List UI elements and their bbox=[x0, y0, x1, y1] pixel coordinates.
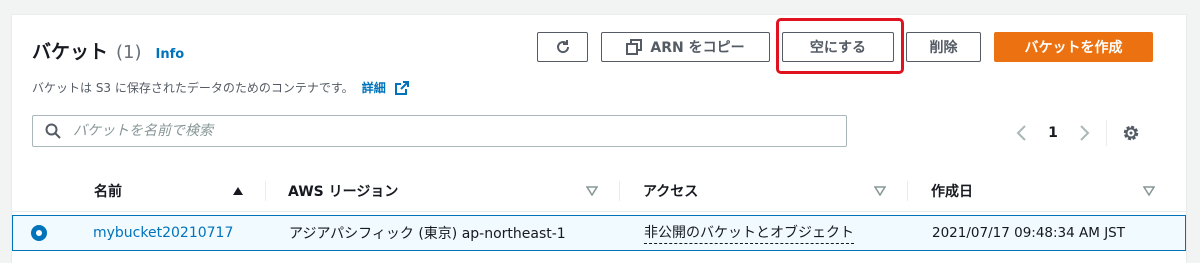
bucket-access: 非公開のバケットとオブジェクト bbox=[644, 216, 854, 250]
description-text: バケットは S3 に保存されたデータのためのコンテナです。 bbox=[32, 81, 354, 95]
bucket-name-link[interactable]: mybucket20210717 bbox=[93, 216, 233, 250]
access-text[interactable]: 非公開のバケットとオブジェクト bbox=[644, 223, 854, 244]
pagination: 1 bbox=[1012, 119, 1141, 147]
info-link[interactable]: Info bbox=[156, 47, 185, 62]
sort-asc-icon[interactable] bbox=[232, 185, 244, 197]
refresh-icon bbox=[556, 40, 569, 54]
column-header-access[interactable]: アクセス bbox=[643, 171, 698, 211]
pager-divider bbox=[1106, 120, 1107, 146]
create-bucket-label: バケットを作成 bbox=[1024, 40, 1123, 56]
delete-button[interactable]: 削除 bbox=[906, 32, 981, 62]
page-title: バケット bbox=[32, 41, 109, 63]
column-divider bbox=[265, 181, 266, 201]
column-label: アクセス bbox=[643, 184, 699, 200]
column-divider bbox=[907, 181, 908, 201]
chevron-left-icon[interactable] bbox=[1012, 123, 1032, 143]
copy-icon bbox=[626, 39, 643, 55]
column-header-name[interactable]: 名前 bbox=[94, 171, 122, 211]
bucket-region: アジアパシフィック (東京) ap-northeast-1 bbox=[289, 226, 566, 242]
delete-label: 削除 bbox=[929, 40, 958, 56]
bucket-count: (1) bbox=[116, 42, 142, 63]
sort-desc-icon[interactable] bbox=[586, 186, 598, 196]
refresh-button[interactable] bbox=[537, 32, 588, 62]
details-link[interactable]: 詳細 bbox=[362, 79, 386, 96]
table-row[interactable]: mybucket20210717 アジアパシフィック (東京) ap-north… bbox=[12, 215, 1186, 251]
search-icon bbox=[45, 123, 61, 139]
sort-desc-icon[interactable] bbox=[1143, 186, 1155, 196]
panel-description: バケットは S3 に保存されたデータのためのコンテナです。 詳細 bbox=[32, 79, 410, 96]
buckets-panel: バケット (1) Info バケットは S3 に保存されたデータのためのコンテナ… bbox=[12, 14, 1186, 263]
sort-desc-icon[interactable] bbox=[874, 186, 886, 196]
column-header-created[interactable]: 作成日 bbox=[931, 171, 973, 211]
copy-arn-label: ARN をコピー bbox=[650, 40, 745, 56]
column-label: AWS リージョン bbox=[288, 184, 399, 200]
column-label: 作成日 bbox=[931, 184, 973, 200]
search-box[interactable] bbox=[32, 115, 847, 147]
panel-header: バケット (1) Info bbox=[32, 37, 184, 64]
empty-label: 空にする bbox=[809, 40, 867, 56]
column-label: 名前 bbox=[94, 184, 122, 200]
copy-arn-button[interactable]: ARN をコピー bbox=[601, 32, 770, 62]
bucket-created: 2021/07/17 09:48:34 AM JST bbox=[932, 225, 1125, 241]
radio-dot bbox=[36, 230, 42, 236]
column-divider bbox=[619, 181, 620, 201]
external-link-icon[interactable] bbox=[394, 80, 410, 96]
gear-icon[interactable] bbox=[1121, 123, 1141, 143]
create-bucket-button[interactable]: バケットを作成 bbox=[994, 32, 1153, 62]
current-page[interactable]: 1 bbox=[1032, 125, 1074, 141]
row-radio-selected[interactable] bbox=[31, 225, 47, 241]
chevron-right-icon[interactable] bbox=[1074, 123, 1094, 143]
table-header: 名前 AWS リージョン アクセス 作成日 bbox=[12, 171, 1186, 212]
empty-button[interactable]: 空にする bbox=[782, 32, 894, 62]
column-header-region[interactable]: AWS リージョン bbox=[288, 171, 398, 211]
search-input[interactable] bbox=[71, 122, 835, 140]
